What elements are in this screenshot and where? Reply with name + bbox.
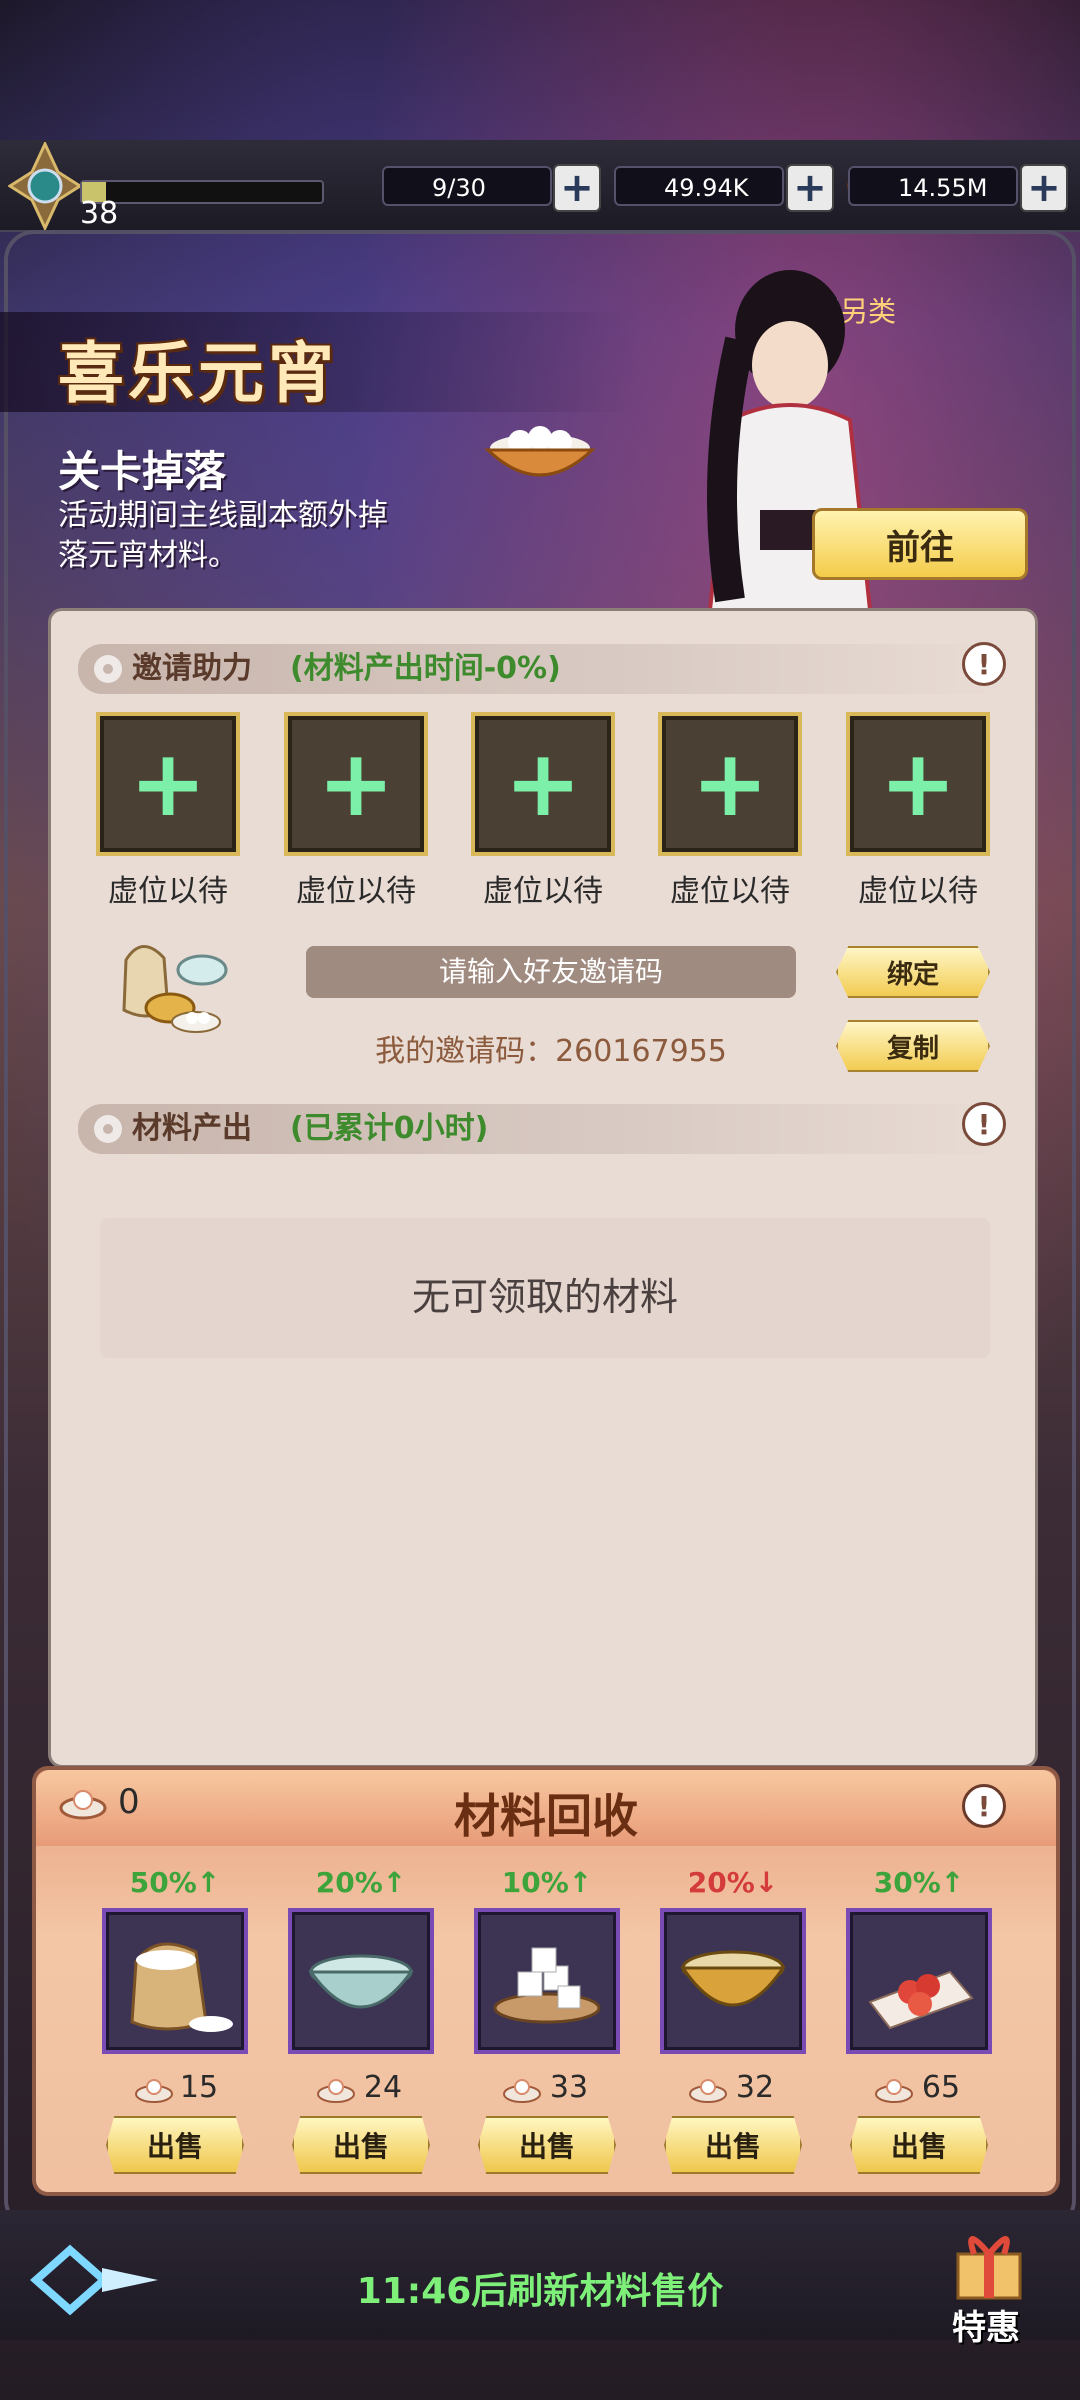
sugar-item-card[interactable] bbox=[474, 1908, 620, 2054]
sugar-cubes-icon bbox=[493, 1947, 601, 2024]
flower-icon bbox=[94, 655, 122, 683]
flour-item-card[interactable] bbox=[102, 1908, 248, 2054]
invite-slot[interactable]: + bbox=[846, 712, 990, 856]
go-button[interactable]: 前往 bbox=[812, 508, 1028, 580]
item-price: 24 bbox=[363, 2070, 403, 2105]
my-invite-code: 我的邀请码：260167955 bbox=[375, 1034, 727, 1069]
sell-button[interactable]: 出售 bbox=[106, 2116, 244, 2174]
energy-counter: 9/30 bbox=[382, 166, 552, 206]
item-price: 65 bbox=[921, 2070, 961, 2105]
special-offer-label[interactable]: 特惠 bbox=[952, 2300, 1020, 2349]
sell-button[interactable]: 出售 bbox=[478, 2116, 616, 2174]
event-title: 喜乐元宵 bbox=[58, 335, 338, 412]
item-price: 32 bbox=[735, 2070, 775, 2105]
invite-section-label: 邀请助力 bbox=[132, 651, 252, 686]
price-change: 20%↑ bbox=[315, 1866, 407, 1899]
slot-label: 虚位以待 bbox=[858, 874, 978, 909]
sell-button[interactable]: 出售 bbox=[664, 2116, 802, 2174]
gift-box-icon[interactable] bbox=[944, 2224, 1034, 2304]
hawthorn-icon bbox=[868, 1970, 974, 2030]
add-energy-button[interactable]: + bbox=[553, 164, 601, 212]
slot-label: 虚位以待 bbox=[296, 874, 416, 909]
slot-label: 虚位以待 bbox=[483, 874, 603, 909]
slot-label: 虚位以待 bbox=[670, 874, 790, 909]
item-price: 33 bbox=[549, 2070, 589, 2105]
invite-section-note: (材料产出时间-0%) bbox=[290, 651, 561, 686]
price-change: 50%↑ bbox=[129, 1866, 221, 1899]
diamond-counter: 49.94K bbox=[614, 166, 784, 206]
output-section-label: 材料产出 bbox=[132, 1111, 252, 1146]
add-coin-button[interactable]: + bbox=[1020, 164, 1068, 212]
water-bowl-icon bbox=[308, 1954, 414, 2009]
recycle-title: 材料回收 bbox=[454, 1789, 638, 1843]
level-badge-icon bbox=[8, 142, 82, 230]
soup-bowl-icon bbox=[680, 1950, 786, 2007]
back-arrow-icon[interactable] bbox=[30, 2240, 160, 2320]
stage-drop-description: 活动期间主线副本额外掉落元宵材料。 bbox=[58, 498, 388, 573]
empty-message: 无可领取的材料 bbox=[411, 1275, 678, 1319]
sell-button[interactable]: 出售 bbox=[850, 2116, 988, 2174]
ingredients-icon bbox=[122, 945, 228, 1033]
bind-button[interactable]: 绑定 bbox=[836, 946, 990, 998]
coin-counter: 14.55M bbox=[848, 166, 1018, 206]
slot-label: 虚位以待 bbox=[108, 874, 228, 909]
output-section-note: (已累计0小时) bbox=[290, 1111, 489, 1146]
recycle-info-icon[interactable]: ! bbox=[962, 1784, 1006, 1828]
player-level: 38 bbox=[80, 196, 119, 231]
invite-slot[interactable]: + bbox=[96, 712, 240, 856]
stage-drop-title: 关卡掉落 bbox=[58, 447, 227, 496]
invite-info-icon[interactable]: ! bbox=[962, 642, 1006, 686]
item-price: 15 bbox=[179, 2070, 219, 2105]
invite-code-input[interactable]: 请输入好友邀请码 bbox=[306, 946, 796, 998]
invite-slot[interactable]: + bbox=[658, 712, 802, 856]
tangyuan-bowl-icon bbox=[484, 426, 596, 477]
sell-button[interactable]: 出售 bbox=[292, 2116, 430, 2174]
flour-sack-icon bbox=[130, 1942, 233, 2032]
flower-icon bbox=[94, 1115, 122, 1143]
price-change: 20%↓ bbox=[687, 1866, 779, 1899]
water-bowl-item-card[interactable] bbox=[288, 1908, 434, 2054]
hawthorn-item-card[interactable] bbox=[846, 1908, 992, 2054]
soup-bowl-item-card[interactable] bbox=[660, 1908, 806, 2054]
price-refresh-timer: 11:46后刷新材料售价 bbox=[356, 2271, 724, 2312]
add-diamond-button[interactable]: + bbox=[786, 164, 834, 212]
copy-button[interactable]: 复制 bbox=[836, 1020, 990, 1072]
invite-slot[interactable]: + bbox=[284, 712, 428, 856]
price-change: 10%↑ bbox=[501, 1866, 593, 1899]
invite-slot[interactable]: + bbox=[471, 712, 615, 856]
output-info-icon[interactable]: ! bbox=[962, 1102, 1006, 1146]
price-change: 30%↑ bbox=[873, 1866, 965, 1899]
